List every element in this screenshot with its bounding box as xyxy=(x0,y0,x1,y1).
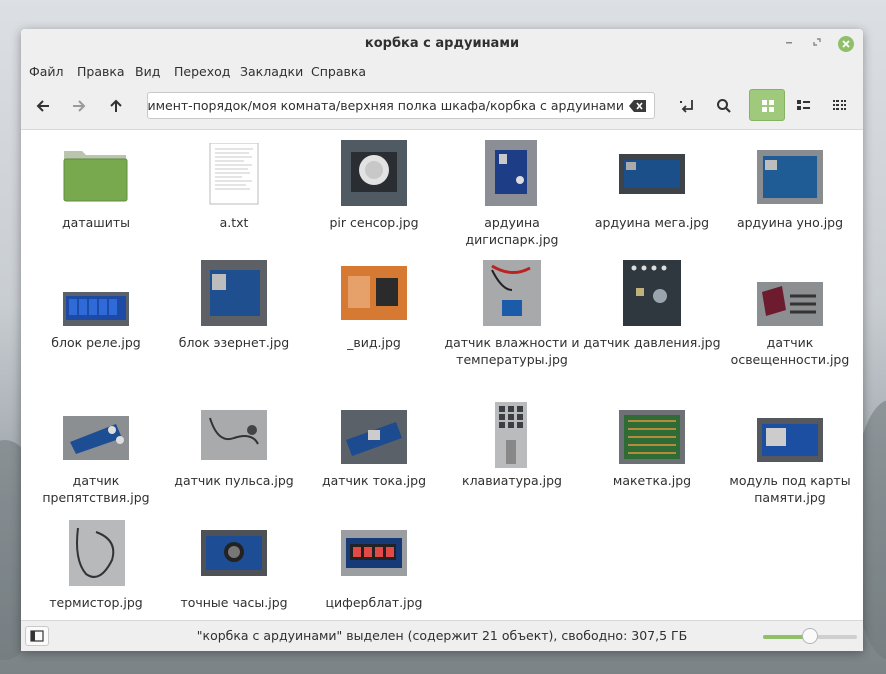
file-label: pir сенсор.jpg xyxy=(329,215,419,230)
image-thumbnail xyxy=(341,140,407,206)
location-path: /home/user/эксперимент-порядок/моя комна… xyxy=(147,98,624,113)
file-label: ардуина уно.jpg xyxy=(736,215,844,230)
file-label: термистор.jpg xyxy=(49,595,143,610)
zoom-slider-handle[interactable] xyxy=(802,628,818,644)
search-icon xyxy=(717,99,731,113)
back-button[interactable] xyxy=(27,90,59,122)
close-button[interactable] xyxy=(838,36,854,52)
arrow-up-icon xyxy=(110,99,122,112)
menu-help[interactable]: Справка xyxy=(311,64,366,79)
up-button[interactable] xyxy=(100,90,132,122)
forward-button[interactable] xyxy=(63,90,95,122)
maximize-button[interactable] xyxy=(809,36,825,52)
toggle-location-button[interactable] xyxy=(671,90,703,122)
grid-view-icon xyxy=(762,100,774,112)
location-bar[interactable]: /home/user/эксперимент-порядок/моя комна… xyxy=(147,92,655,119)
compact-view-icon xyxy=(833,100,846,110)
file-label: датчик освещенности.jpg xyxy=(730,335,850,367)
clear-icon[interactable] xyxy=(629,99,647,113)
search-button[interactable] xyxy=(708,90,740,122)
arrow-left-icon xyxy=(36,100,49,112)
file-label: циферблат.jpg xyxy=(325,595,423,610)
minimize-button[interactable] xyxy=(781,36,797,52)
file-label: датчик тока.jpg xyxy=(321,473,427,488)
minimize-icon xyxy=(786,42,792,44)
file-label: датчик препятствия.jpg xyxy=(42,473,150,505)
file-label: точные часы.jpg xyxy=(180,595,288,610)
file-label: блок эзернет.jpg xyxy=(178,335,290,350)
maximize-icon xyxy=(813,38,821,46)
menu-view[interactable]: Вид xyxy=(135,64,160,79)
menu-edit[interactable]: Правка xyxy=(77,64,125,79)
image-thumbnail xyxy=(483,260,541,326)
file-label: блок реле.jpg xyxy=(51,335,141,350)
file-label: ардуина мега.jpg xyxy=(594,215,710,230)
file-label: макетка.jpg xyxy=(612,473,692,488)
file-label: датчик пульса.jpg xyxy=(174,473,294,488)
image-thumbnail xyxy=(623,260,681,326)
menu-go[interactable]: Переход xyxy=(174,64,230,79)
text-file-icon xyxy=(209,143,259,205)
compact-view-button[interactable] xyxy=(821,89,857,121)
toolbar: /home/user/эксперимент-порядок/моя комна… xyxy=(21,83,863,130)
statusbar: "корбка с ардуинами" выделен (содержит 2… xyxy=(21,620,863,651)
image-thumbnail xyxy=(495,402,527,468)
folder-icon xyxy=(63,151,128,202)
image-thumbnail xyxy=(69,520,125,586)
file-label: датчик давления.jpg xyxy=(583,335,721,350)
icon-view-button[interactable] xyxy=(749,89,785,121)
file-manager-window: корбка с ардуинами Файл Правка Вид Перех… xyxy=(21,29,863,651)
file-label: _вид.jpg xyxy=(347,335,401,350)
image-thumbnail xyxy=(485,140,537,206)
window-title: корбка с ардуинами xyxy=(364,36,520,51)
titlebar: корбка с ардуинами xyxy=(21,29,863,59)
list-view-button[interactable] xyxy=(785,89,821,121)
list-view-icon xyxy=(797,100,810,110)
file-label: клавиатура.jpg xyxy=(462,473,562,488)
image-thumbnail xyxy=(201,260,267,326)
file-label: ардуина дигиспарк.jpg xyxy=(465,215,559,247)
menu-file[interactable]: Файл xyxy=(29,64,64,79)
file-label: датчик влажности и температуры.jpg xyxy=(444,335,580,367)
file-label: модуль под карты памяти.jpg xyxy=(729,473,851,505)
file-label: даташиты xyxy=(62,215,130,230)
file-grid: даташиты a.txt pir сенсор.jpg ардуина ди… xyxy=(21,130,863,620)
status-message: "корбка с ардуинами" выделен (содержит 2… xyxy=(196,628,688,643)
image-thumbnail xyxy=(63,292,129,326)
arrow-right-icon xyxy=(73,100,86,112)
menu-bookmarks[interactable]: Закладки xyxy=(240,64,303,79)
menubar: Файл Правка Вид Переход Закладки Справка xyxy=(21,59,863,83)
close-icon xyxy=(842,40,850,48)
file-label: a.txt xyxy=(219,215,249,230)
toggle-location-icon xyxy=(680,100,693,113)
zoom-slider[interactable] xyxy=(763,628,857,644)
